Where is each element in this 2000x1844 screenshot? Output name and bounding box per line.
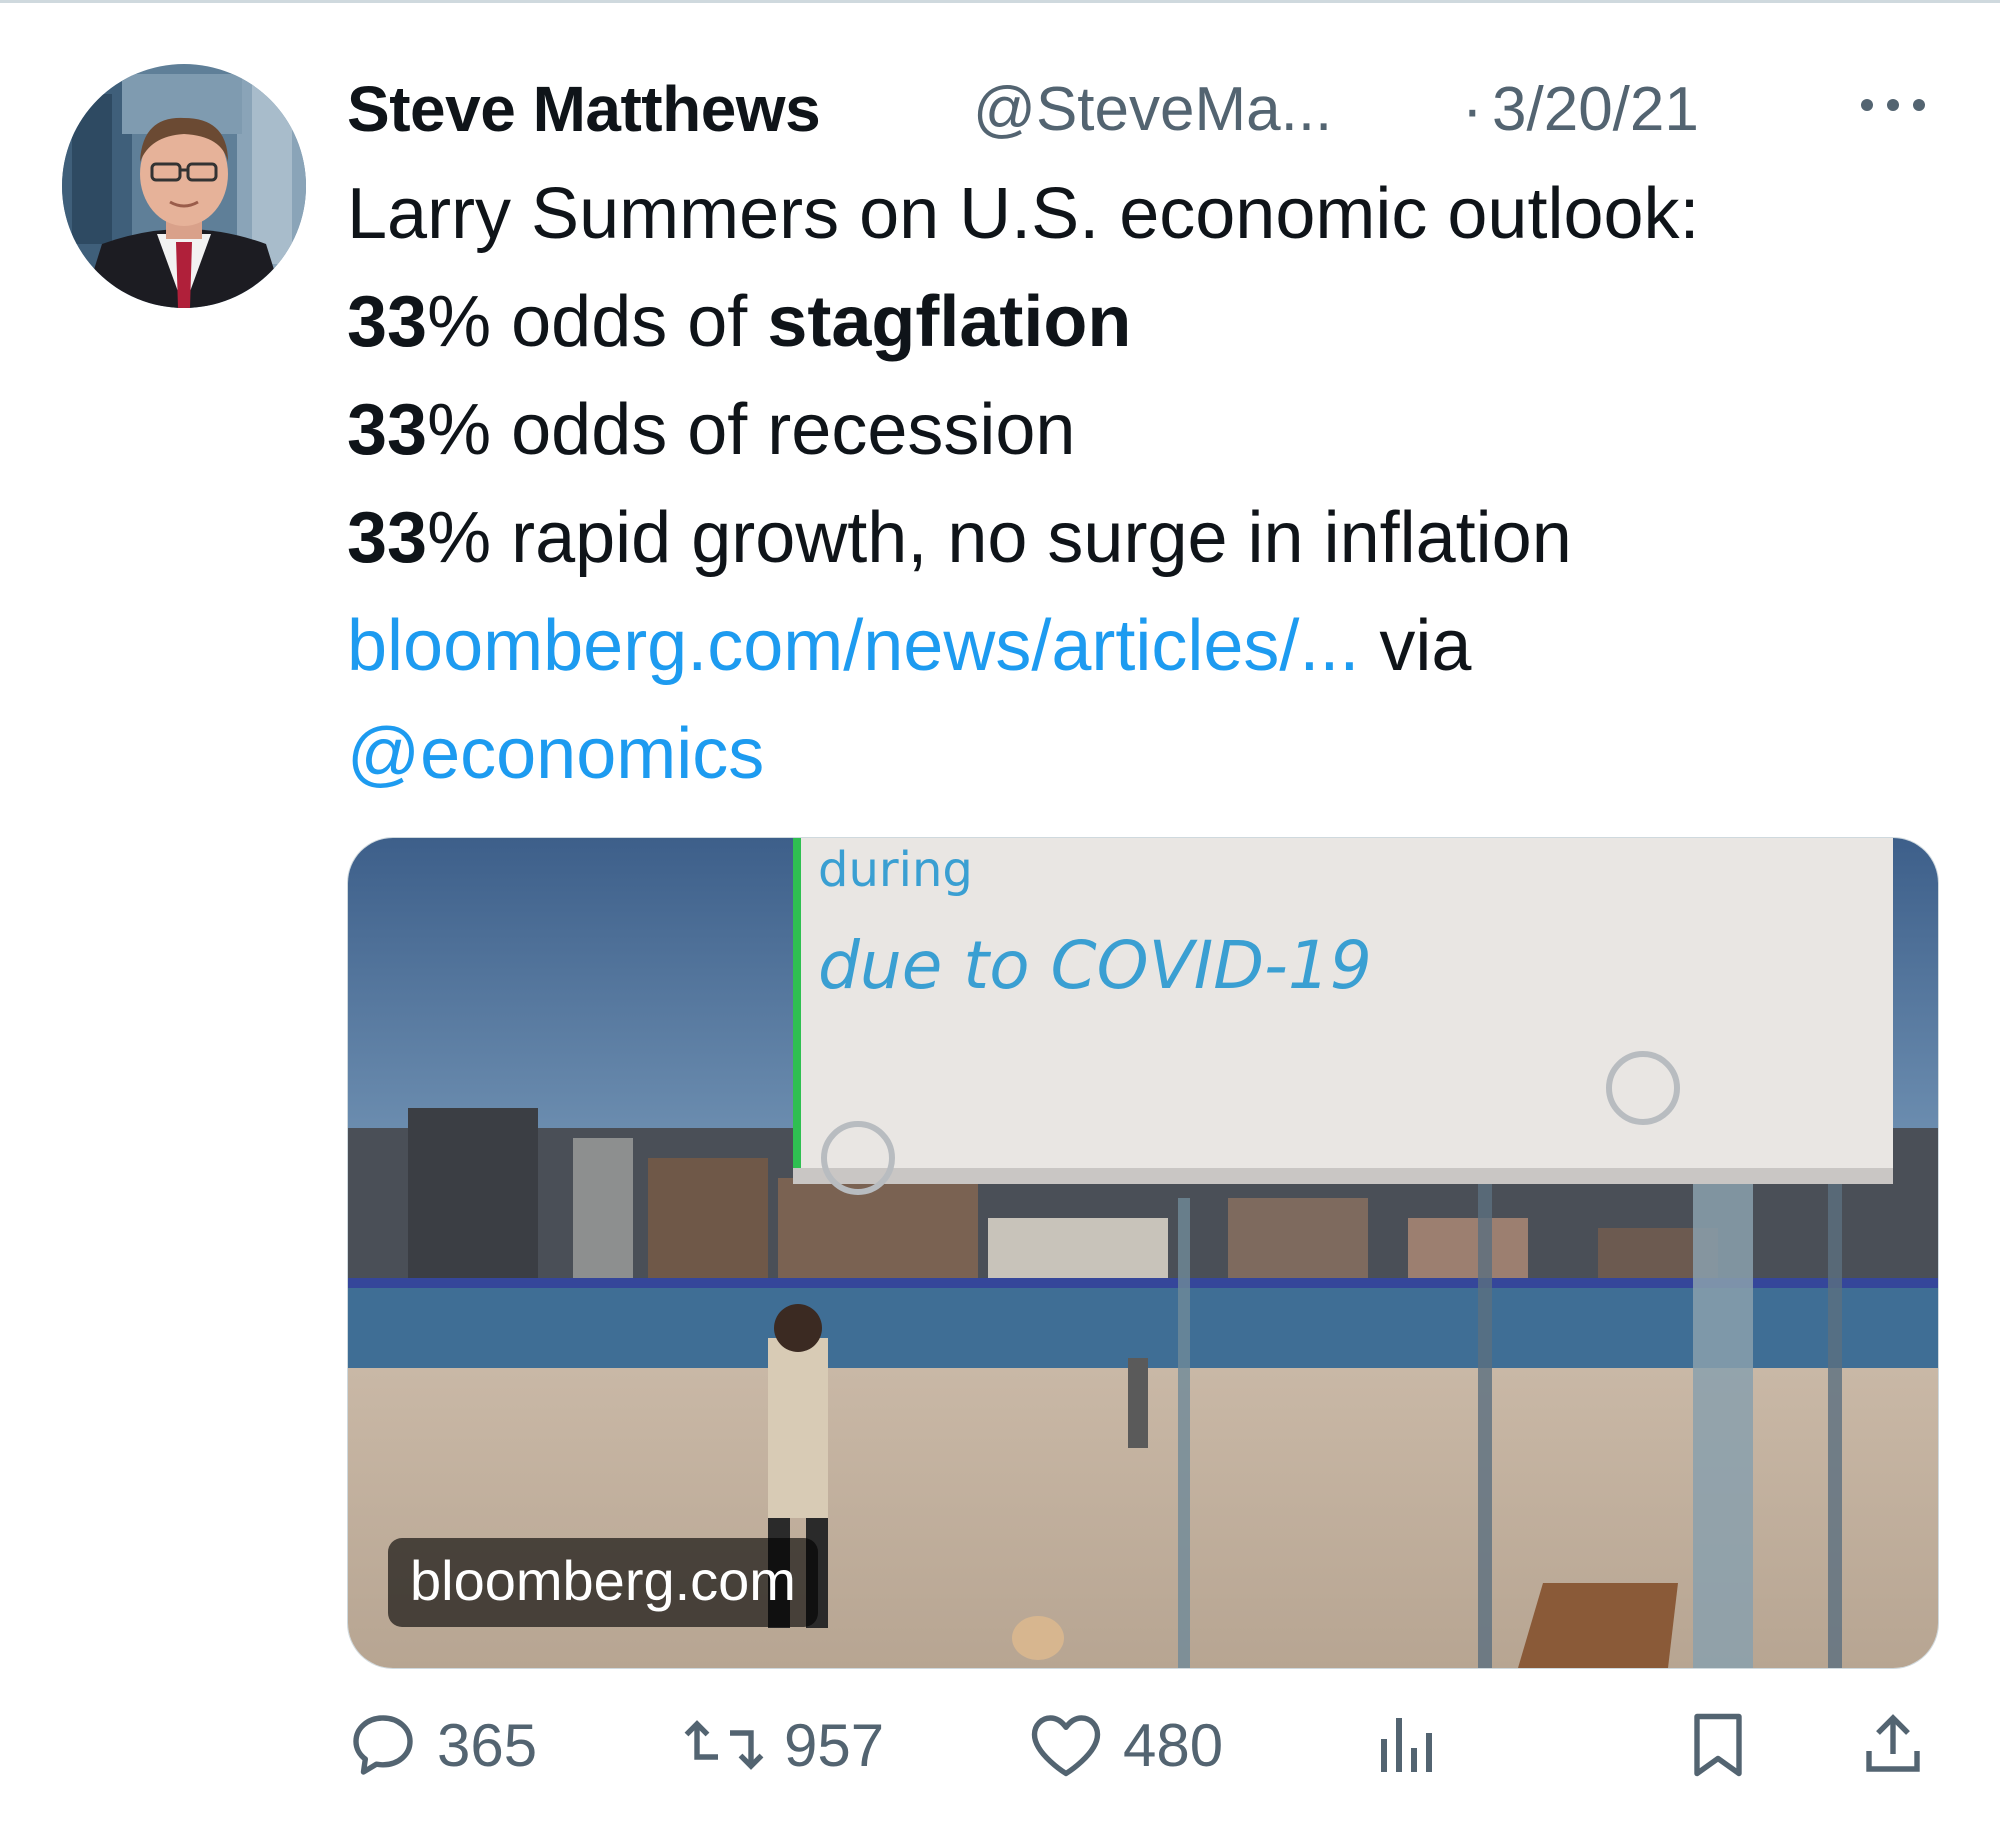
card-domain-label: bloomberg.com	[388, 1538, 818, 1627]
author-handle[interactable]: @SteveMa...	[973, 74, 1332, 145]
author-name[interactable]: Steve Matthews	[347, 72, 821, 146]
reply-icon	[353, 1715, 413, 1775]
retweet-count: 957	[784, 1711, 885, 1779]
stat-1-number: 33	[347, 282, 428, 362]
tweet-line-1: Larry Summers on U.S. economic outlook:	[347, 160, 1947, 268]
share-icon	[1866, 1714, 1920, 1772]
link-card[interactable]: during due to COVID-19 bloomberg.com	[347, 837, 1939, 1669]
bookmark-icon	[1694, 1713, 1742, 1777]
retweet-button[interactable]: 957	[682, 1700, 884, 1790]
tweet-line-4: 33% rapid growth, no surge in inflation	[347, 484, 1947, 592]
tweet-text: Larry Summers on U.S. economic outlook: …	[347, 160, 1947, 808]
like-button[interactable]: 480	[1027, 1700, 1223, 1790]
stat-3-text: % rapid growth, no surge in inflation	[427, 498, 1572, 578]
tweet-line-2: 33% odds of stagflation	[347, 268, 1947, 376]
tweet-line-5: bloomberg.com/news/articles/... via	[347, 592, 1947, 700]
tweet: Steve Matthews @SteveMa... · 3/20/21 Lar…	[347, 50, 1947, 808]
more-icon[interactable]	[1857, 90, 1937, 120]
article-link[interactable]: bloomberg.com/news/articles/...	[347, 606, 1359, 686]
reply-button[interactable]: 365	[347, 1700, 537, 1790]
analytics-icon	[1381, 1718, 1432, 1772]
mention-link[interactable]: @economics	[347, 714, 764, 794]
tweet-line-6: @economics	[347, 700, 1947, 808]
via-text: via	[1359, 606, 1472, 686]
top-divider	[0, 0, 2000, 3]
tweet-header: Steve Matthews @SteveMa... · 3/20/21	[347, 50, 1947, 160]
retweet-icon	[684, 1720, 764, 1770]
tweet-date[interactable]: 3/20/21	[1492, 74, 1699, 145]
separator-dot: ·	[1462, 75, 1483, 144]
share-button[interactable]	[1857, 1700, 1929, 1790]
stat-1-text: % odds of	[427, 282, 768, 362]
action-bar: 365 957 480	[347, 1700, 1947, 1790]
stat-1-bold-word: stagflation	[767, 282, 1132, 362]
tweet-line-3: 33% odds of recession	[347, 376, 1947, 484]
avatar[interactable]	[62, 64, 306, 308]
stat-2-text: % odds of recession	[427, 390, 1076, 470]
bookmark-button[interactable]	[1682, 1700, 1754, 1790]
sign-text-top: during	[818, 842, 973, 898]
reply-count: 365	[437, 1711, 538, 1779]
tweet-line-1-text: Larry Summers on U.S. economic outlook:	[347, 174, 1700, 254]
like-count: 480	[1123, 1711, 1224, 1779]
sign-text: due to COVID-19	[818, 927, 1372, 1004]
stat-2-number: 33	[347, 390, 428, 470]
stat-3-number: 33	[347, 498, 428, 578]
heart-icon	[1031, 1715, 1101, 1777]
views-button[interactable]	[1372, 1700, 1444, 1790]
